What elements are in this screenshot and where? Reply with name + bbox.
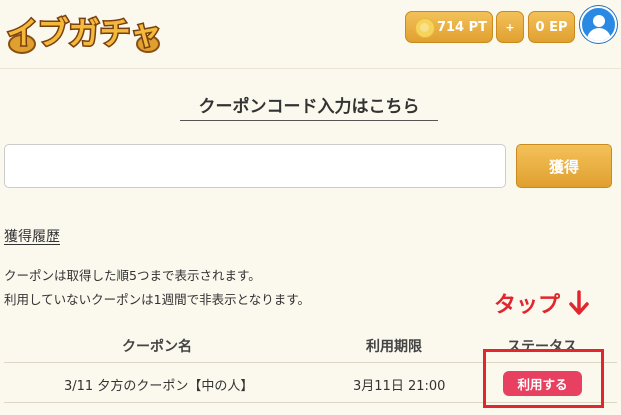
- ep-button[interactable]: 0 EP: [528, 11, 575, 43]
- logo-text: イブガチャ: [7, 16, 162, 52]
- column-header-name: クーポン名: [122, 339, 192, 355]
- tap-annotation: タップ: [494, 293, 561, 318]
- header: イブガチャ 714 PT + 0 EP: [0, 0, 621, 69]
- coupon-code-input[interactable]: [4, 144, 506, 188]
- history-heading: 獲得履歴: [4, 229, 60, 245]
- annotation-highlight-box: [483, 349, 604, 408]
- coupon-period-cell: 3月11日 21:00: [353, 379, 446, 394]
- points-value: 714 PT: [436, 19, 488, 35]
- acquire-button[interactable]: 獲得: [516, 144, 612, 188]
- history-note-1: クーポンは取得した順5つまで表示されます。: [4, 268, 261, 283]
- column-header-period: 利用期限: [366, 339, 422, 355]
- history-note-2: 利用していないクーポンは1週間で非表示となります。: [4, 292, 310, 307]
- coupon-section-title: クーポンコード入力はこちら: [180, 92, 438, 121]
- coin-icon: [415, 18, 435, 38]
- coupon-name-cell: 3/11 夕方のクーポン【中の人】: [64, 379, 254, 394]
- points-button[interactable]: 714 PT: [405, 11, 493, 43]
- down-arrow-icon: [569, 290, 589, 315]
- add-points-button[interactable]: +: [496, 11, 524, 43]
- logo[interactable]: イブガチャ: [6, 8, 162, 56]
- ep-value: 0 EP: [535, 19, 568, 35]
- plus-label: +: [505, 20, 515, 34]
- user-avatar-icon[interactable]: [580, 6, 617, 43]
